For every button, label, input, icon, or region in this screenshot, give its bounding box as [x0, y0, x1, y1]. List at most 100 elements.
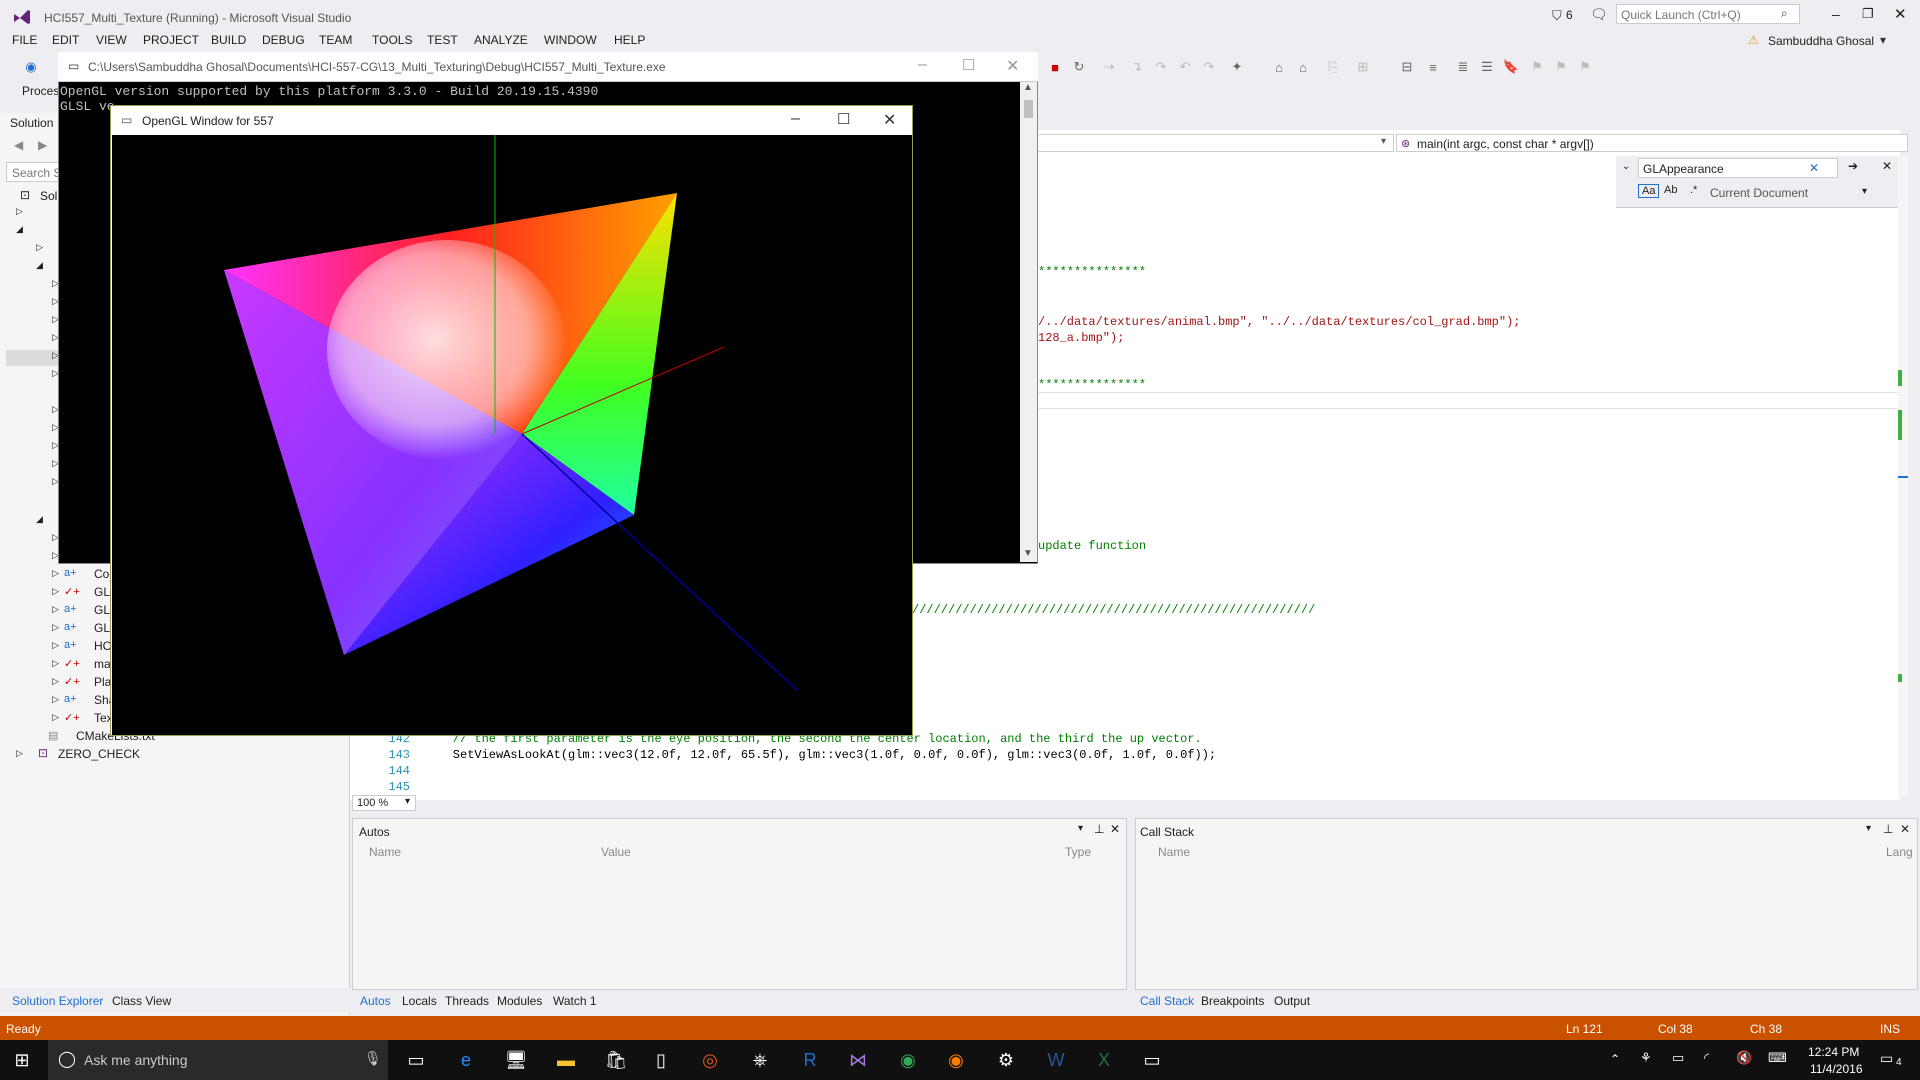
pin-icon[interactable]: ⊥ — [1094, 822, 1104, 836]
step-over-icon[interactable]: ↷ — [1152, 58, 1170, 76]
redo-icon[interactable]: ↷ — [1200, 58, 1218, 76]
close-icon[interactable]: ✕ — [1900, 822, 1910, 836]
find-scope[interactable]: Current Document — [1710, 186, 1808, 200]
toggle-icon[interactable]: ⎘ — [1324, 58, 1342, 76]
column-type[interactable]: Type — [1065, 845, 1091, 859]
tab-solution-explorer[interactable]: Solution Explorer — [12, 994, 103, 1008]
tab-modules[interactable]: Modules — [497, 994, 542, 1008]
menu-test[interactable]: TEST — [427, 33, 458, 47]
member-dropdown[interactable]: ⊛ main(int argc, const char * argv[]) — [1396, 134, 1908, 152]
tab-call-stack[interactable]: Call Stack — [1140, 994, 1194, 1008]
tab-locals[interactable]: Locals — [402, 994, 437, 1008]
tree-item-file[interactable]: Pla — [94, 675, 111, 689]
tab-watch-1[interactable]: Watch 1 — [553, 994, 597, 1008]
file-explorer-icon[interactable]: ▬ — [550, 1046, 582, 1074]
quick-launch-input[interactable]: Quick Launch (Ctrl+Q) ⌕ — [1616, 4, 1800, 24]
back-icon[interactable]: ◉ — [22, 58, 40, 76]
outline-icon[interactable]: ⊟ — [1398, 58, 1416, 76]
close-icon[interactable]: ✕ — [1110, 822, 1120, 836]
find-input[interactable]: GLAppearance ✕ — [1638, 158, 1838, 178]
menu-view[interactable]: VIEW — [96, 33, 127, 47]
uncomment-icon[interactable]: ☰ — [1478, 58, 1496, 76]
chevron-down-icon[interactable]: ▾ — [1078, 823, 1083, 834]
column-name[interactable]: Name — [369, 845, 401, 859]
chevron-down-icon[interactable]: ▾ — [1866, 823, 1871, 834]
chrome-icon[interactable]: ◉ — [892, 1046, 924, 1074]
clear-find-icon[interactable]: ✕ — [1809, 161, 1819, 175]
tree-item-zero-check[interactable]: ZERO_CHECK — [58, 747, 140, 761]
collapse-icon[interactable]: ◢ — [36, 260, 43, 271]
breakpoints-icon[interactable]: ⊞ — [1354, 58, 1372, 76]
volume-muted-icon[interactable]: 🔇 — [1736, 1050, 1752, 1066]
menu-window[interactable]: WINDOW — [544, 33, 597, 47]
scope-dropdown[interactable]: ▾ — [1036, 134, 1394, 152]
store-icon[interactable]: 🛍 — [600, 1046, 632, 1074]
expand-icon[interactable]: ▷ — [52, 622, 59, 633]
menu-analyze[interactable]: ANALYZE — [474, 33, 528, 47]
show-hidden-icons-icon[interactable]: ⌃ — [1610, 1052, 1620, 1066]
feedback-icon[interactable]: 🗨 — [1590, 6, 1608, 23]
menu-team[interactable]: TEAM — [319, 33, 352, 47]
expand-icon[interactable]: ▷ — [52, 712, 59, 723]
word-icon[interactable]: W — [1040, 1046, 1072, 1074]
r-icon[interactable]: R — [794, 1046, 826, 1074]
console-app-icon[interactable]: ▭ — [1136, 1046, 1168, 1074]
document-icon[interactable]: ▯ — [645, 1046, 677, 1074]
expand-icon[interactable]: ▷ — [52, 568, 59, 579]
stack-frame-icon[interactable]: ⌂ — [1294, 58, 1312, 76]
console-title-bar[interactable]: ▭ C:\Users\Sambuddha Ghosal\Documents\HC… — [58, 52, 1038, 82]
regex-icon[interactable]: .* — [1690, 184, 1697, 196]
firefox-icon[interactable]: ◉ — [940, 1046, 972, 1074]
column-value[interactable]: Value — [601, 845, 631, 859]
restart-icon[interactable]: ↻ — [1070, 58, 1088, 76]
expand-icon[interactable]: ▷ — [16, 748, 23, 759]
minimize-button[interactable]: – — [791, 110, 800, 128]
edge-icon[interactable]: e — [450, 1046, 482, 1074]
column-lang[interactable]: Lang — [1886, 845, 1913, 859]
user-name[interactable]: Sambuddha Ghosal — [1768, 34, 1874, 48]
find-next-icon[interactable]: ➔ — [1848, 159, 1858, 173]
tab-breakpoints[interactable]: Breakpoints — [1201, 994, 1264, 1008]
tab-output[interactable]: Output — [1274, 994, 1310, 1008]
comment-icon[interactable]: ≣ — [1454, 58, 1472, 76]
minimize-button[interactable]: – — [918, 56, 927, 74]
remote-desktop-icon[interactable]: 🖥 — [500, 1046, 532, 1074]
clock-time[interactable]: 12:24 PM — [1808, 1045, 1859, 1059]
expand-icon[interactable]: ▷ — [52, 658, 59, 669]
tab-threads[interactable]: Threads — [445, 994, 489, 1008]
expand-icon[interactable]: ▷ — [36, 242, 43, 253]
expand-icon[interactable]: ▷ — [16, 206, 23, 217]
show-next-statement-icon[interactable]: ⇢ — [1100, 58, 1118, 76]
settings-wheel-icon[interactable]: ⎈ — [744, 1046, 776, 1074]
column-name[interactable]: Name — [1158, 845, 1190, 859]
forward-nav-icon[interactable]: ▶ — [38, 138, 47, 152]
find-chevron-icon[interactable]: ⌄ — [1622, 161, 1630, 172]
menu-help[interactable]: HELP — [614, 33, 645, 47]
console-scrollbar[interactable]: ▲ ▼ — [1020, 82, 1037, 562]
maximize-button[interactable]: ☐ — [962, 56, 975, 74]
battery-icon[interactable]: ▭ — [1672, 1050, 1684, 1066]
prev-bookmark-icon[interactable]: ⚑ — [1528, 58, 1546, 76]
expand-icon[interactable]: ▷ — [52, 676, 59, 687]
match-case-icon[interactable]: Aa — [1638, 184, 1660, 198]
chevron-down-icon[interactable]: ▾ — [1862, 186, 1867, 197]
network-share-icon[interactable]: ⚘ — [1640, 1050, 1652, 1066]
menu-build[interactable]: BUILD — [211, 33, 246, 47]
step-out-icon[interactable]: ↶ — [1176, 58, 1194, 76]
account-chevron-down-icon[interactable]: ▾ — [1880, 33, 1886, 47]
windows-start-icon[interactable]: ⊞ — [6, 1046, 38, 1074]
visual-studio-icon[interactable]: ⋈ — [842, 1046, 874, 1074]
ubuntu-icon[interactable]: ◎ — [694, 1046, 726, 1074]
tab-class-view[interactable]: Class View — [112, 994, 171, 1008]
menu-debug[interactable]: DEBUG — [262, 33, 305, 47]
collapse-icon[interactable]: ◢ — [36, 514, 43, 525]
pin-icon[interactable]: ⊥ — [1883, 822, 1893, 836]
expand-icon[interactable]: ▷ — [52, 640, 59, 651]
clear-bookmarks-icon[interactable]: ⚑ — [1576, 58, 1594, 76]
find-close-icon[interactable]: ✕ — [1882, 159, 1892, 173]
close-button[interactable]: ✕ — [1894, 5, 1907, 23]
menu-edit[interactable]: EDIT — [52, 33, 79, 47]
excel-icon[interactable]: X — [1088, 1046, 1120, 1074]
cortana-search-box[interactable]: ◯ Ask me anything 🎙 — [48, 1040, 388, 1080]
expand-icon[interactable]: ▷ — [52, 586, 59, 597]
